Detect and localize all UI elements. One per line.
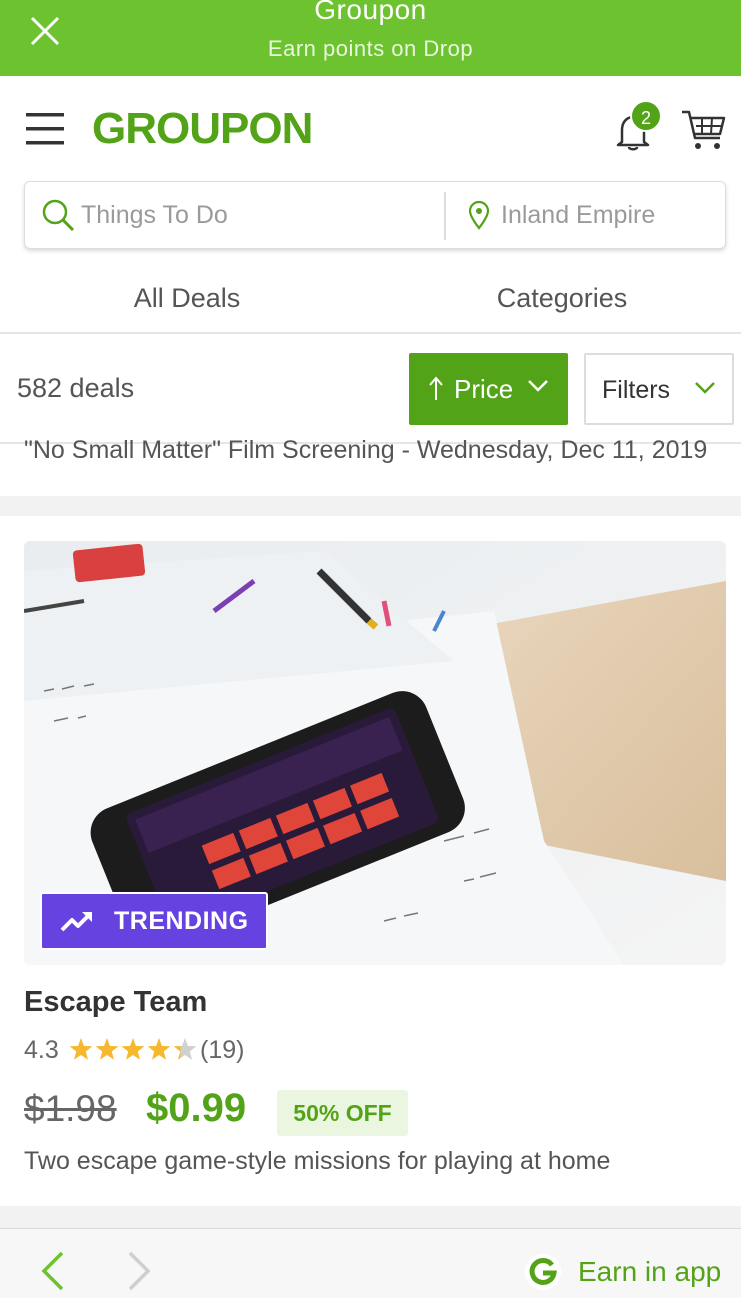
rating-value: 4.3 <box>24 1036 59 1064</box>
card-separator <box>0 496 741 516</box>
trending-badge: TRENDING <box>40 892 268 950</box>
deal-title[interactable]: Escape Team <box>24 986 207 1019</box>
back-arrow-icon[interactable] <box>38 1249 66 1293</box>
previous-deal-title[interactable]: "No Small Matter" Film Screening - Wedne… <box>24 436 724 465</box>
forward-arrow-icon[interactable] <box>126 1249 154 1293</box>
star-2 <box>95 1038 119 1060</box>
search-input[interactable] <box>81 182 441 248</box>
browser-bottom-bar: Earn in app <box>0 1228 741 1298</box>
review-count: (19) <box>200 1036 245 1064</box>
arrow-up-icon <box>429 376 443 400</box>
earn-in-app-link[interactable]: Earn in app <box>578 1256 721 1288</box>
star-3 <box>121 1038 145 1060</box>
deal-description: Two escape game-style missions for playi… <box>24 1147 611 1175</box>
trending-up-icon <box>60 912 92 932</box>
star-5 <box>173 1038 197 1060</box>
sort-price-label: Price <box>454 374 514 404</box>
star-4 <box>147 1038 171 1060</box>
filters-label: Filters <box>602 376 671 404</box>
banner-subtitle: Earn points on Drop <box>267 36 474 61</box>
chevron-down-icon <box>528 380 548 392</box>
star-1 <box>69 1038 93 1060</box>
deal-count: 582 deals <box>17 373 135 403</box>
groupon-g-icon[interactable] <box>524 1253 562 1291</box>
app-banner[interactable]: Groupon Earn points on Drop <box>0 0 741 76</box>
filters-button[interactable]: Filters <box>584 353 734 425</box>
sort-bar: 582 deals Price Filters <box>0 336 741 444</box>
location-input[interactable] <box>501 182 723 248</box>
site-header: GROUPON 2 <box>0 76 741 180</box>
discount-badge: 50% OFF <box>277 1090 408 1136</box>
tab-categories[interactable]: Categories <box>374 262 741 334</box>
location-pin-icon <box>468 200 490 230</box>
banner-title: Groupon <box>314 0 427 25</box>
search-icon <box>42 199 75 232</box>
card-separator <box>0 1206 741 1228</box>
original-price: $1.98 <box>24 1088 117 1129</box>
trending-label: TRENDING <box>114 907 249 935</box>
search-divider <box>444 192 446 240</box>
deal-tabs: All Deals Categories <box>0 262 741 334</box>
deal-price: $0.99 <box>146 1086 247 1130</box>
sort-price-button[interactable]: Price <box>409 353 568 425</box>
search-bar <box>24 181 726 249</box>
hamburger-menu-icon[interactable] <box>26 111 64 147</box>
cart-icon[interactable] <box>680 108 726 152</box>
star-rating-icon <box>69 1038 197 1060</box>
notification-badge: 2 <box>630 100 662 132</box>
chevron-down-icon <box>695 382 715 394</box>
groupon-logo[interactable]: GROUPON <box>92 104 313 154</box>
tab-all-deals[interactable]: All Deals <box>0 262 374 334</box>
